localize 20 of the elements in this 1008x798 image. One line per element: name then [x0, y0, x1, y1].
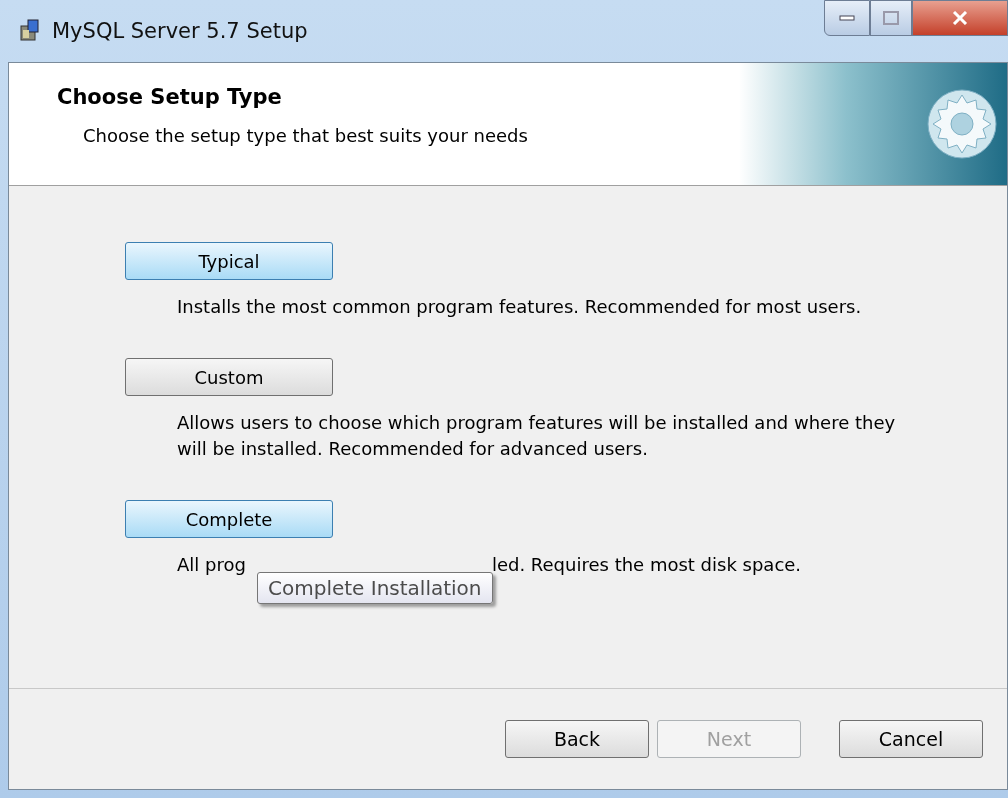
- option-description: Installs the most common program features. Recommended for most users.: [177, 295, 863, 319]
- maximize-button[interactable]: [870, 0, 912, 36]
- option-description: Allows users to choose which program features will be installed and where they will be installed. Recommended for advanced users.: [177, 411, 897, 461]
- wizard-button[interactable]: Cancel: [839, 720, 983, 758]
- maximize-icon: [883, 11, 899, 25]
- close-icon: [951, 11, 969, 25]
- wizard-button[interactable]: Back: [505, 720, 649, 758]
- option-description: All prog: [177, 553, 246, 577]
- gear-icon: [925, 87, 999, 161]
- option-description: led. Requires the most disk space.: [491, 553, 802, 577]
- close-button[interactable]: [912, 0, 1008, 36]
- window-title: MySQL Server 5.7 Setup: [52, 19, 308, 43]
- setup-type-button[interactable]: Complete: [125, 500, 333, 538]
- setup-type-button[interactable]: Custom: [125, 358, 333, 396]
- setup-type-button[interactable]: Typical: [125, 242, 333, 280]
- page-subtitle: Choose the setup type that best suits your needs: [83, 125, 529, 146]
- page-title: Choose Setup Type: [57, 85, 283, 109]
- minimize-button[interactable]: [824, 0, 870, 36]
- minimize-icon: [839, 15, 855, 21]
- tooltip: Complete Installation: [257, 572, 493, 604]
